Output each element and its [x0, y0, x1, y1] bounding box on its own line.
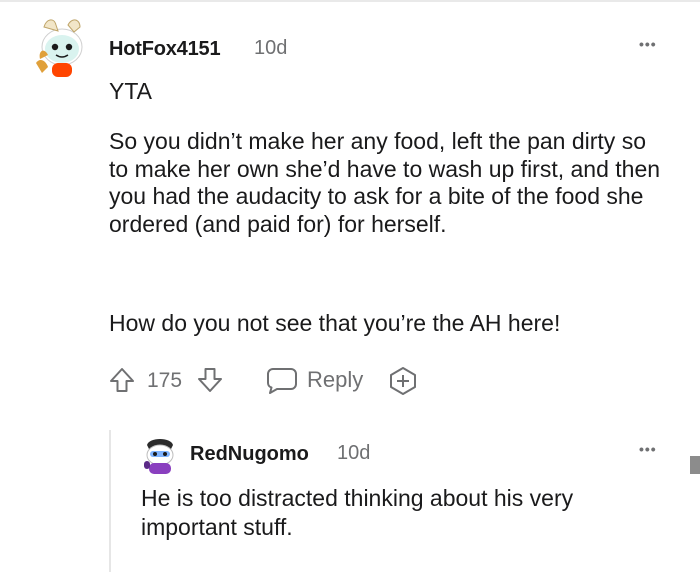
reply-user-avatar[interactable] — [141, 435, 179, 475]
user-avatar[interactable] — [36, 17, 88, 79]
snoo-avatar-icon — [36, 19, 83, 77]
downvote-button[interactable] — [196, 366, 224, 394]
vote-count: 175 — [147, 369, 183, 392]
reply-label: Reply — [307, 367, 364, 392]
speech-bubble-icon — [267, 368, 297, 394]
upvote-button[interactable] — [108, 366, 136, 394]
comment-paragraph-1: So you didn’t make her any food, left th… — [109, 128, 661, 238]
snoo-avatar-icon — [144, 439, 174, 474]
comment-paragraph-2: How do you not see that you’re the AH he… — [109, 310, 561, 336]
award-button[interactable] — [388, 366, 418, 396]
top-divider — [0, 0, 700, 2]
reply-timestamp: 10d — [337, 442, 371, 464]
scrollbar-thumb[interactable] — [690, 456, 700, 474]
comment-more-options[interactable]: ••• — [639, 36, 657, 52]
reply-button[interactable]: Reply — [266, 366, 363, 394]
downvote-arrow-icon — [198, 368, 222, 392]
reply-text: He is too distracted thinking about his … — [141, 485, 574, 540]
thread-line[interactable] — [109, 430, 111, 572]
upvote-arrow-icon — [110, 368, 134, 392]
award-plus-icon — [390, 367, 416, 395]
comment-verdict: YTA — [109, 78, 153, 104]
comment-timestamp: 10d — [254, 37, 288, 59]
reply-username[interactable]: RedNugomo — [190, 443, 309, 466]
comment-username[interactable]: HotFox4151 — [109, 38, 221, 61]
reply-more-options[interactable]: ••• — [639, 441, 657, 457]
